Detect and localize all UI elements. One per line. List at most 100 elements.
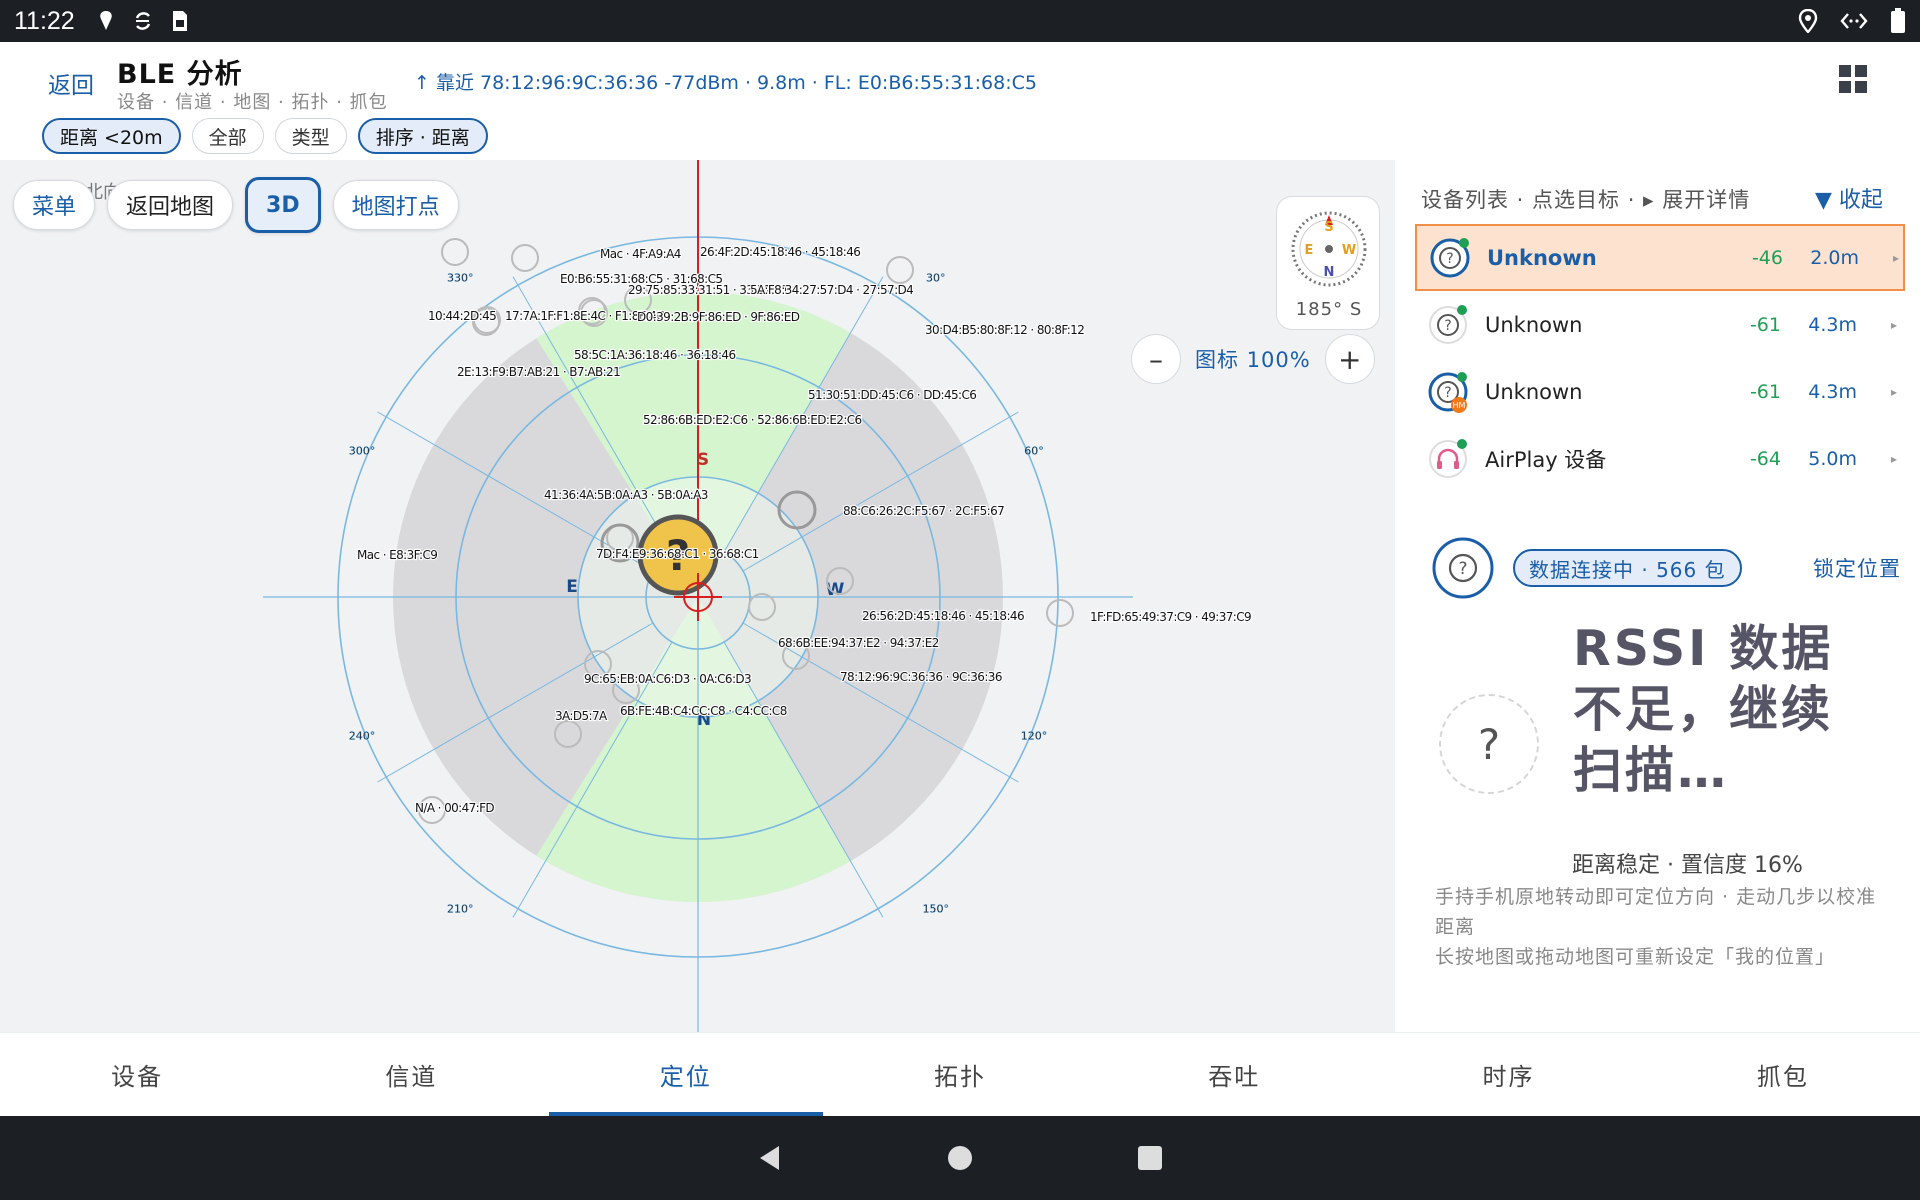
device-label[interactable]: 78:12:96:9C:36:36 · 9C:36:36	[839, 669, 1004, 685]
angle-label: 300°	[349, 444, 376, 457]
filter-chips: 距离 <20m 全部 类型 排序 · 距离	[42, 118, 488, 154]
unknown-device-icon: ?	[1429, 304, 1467, 344]
compass-widget[interactable]: S W N E 185° S	[1276, 196, 1380, 330]
nav-back-icon[interactable]	[750, 1138, 790, 1178]
tab-locate[interactable]: 定位	[548, 1033, 824, 1116]
device-name: AirPlay 设备	[1485, 447, 1607, 472]
map-pin-button[interactable]: 地图打点	[332, 180, 459, 230]
device-row[interactable]: ? HM Unknown -61 4.3m ▸	[1415, 358, 1905, 425]
chip-distance[interactable]: 距离 <20m	[42, 118, 181, 154]
rssi-insufficient-message: RSSI 数据不足，继续扫描…	[1573, 620, 1834, 799]
zoom-out-button[interactable]: –	[1131, 334, 1181, 384]
tab-devices[interactable]: 设备	[0, 1033, 274, 1116]
device-label[interactable]: 1F:FD:65:49:37:C9 · 49:37:C9	[1089, 609, 1253, 625]
bottom-tab-bar: 设备 信道 定位 拓扑 吞吐 时序 抓包	[0, 1032, 1920, 1116]
angle-label: 30°	[926, 272, 946, 285]
nav-home-icon[interactable]	[940, 1138, 980, 1178]
code-icon	[1840, 13, 1868, 29]
nav-recents-icon[interactable]	[1130, 1138, 1170, 1178]
device-label[interactable]: Mac · 4F:A9:A4	[599, 246, 683, 262]
system-nav-bar	[0, 1116, 1920, 1200]
tab-channels[interactable]: 信道	[274, 1033, 548, 1116]
compass-letter-s: S	[1324, 220, 1333, 235]
status-bar: 11:22	[0, 0, 1920, 42]
device-label[interactable]: 58:5C:1A:36:18:46 · 36:18:46	[573, 347, 737, 363]
tab-capture[interactable]: 抓包	[1646, 1033, 1920, 1116]
tab-throughput[interactable]: 吞吐	[1097, 1033, 1371, 1116]
device-label[interactable]: D0:39:2B:9F:86:ED · 9F:86:ED	[636, 309, 802, 325]
device-name: Unknown	[1487, 245, 1597, 270]
connection-row: ? 数据连接中 · 566 包 锁定位置	[1431, 536, 1901, 600]
device-label[interactable]: 5A:F8:34:27:57:D4 · 27:57:D4	[749, 282, 915, 298]
device-rssi: -46	[1751, 246, 1783, 269]
device-rssi: -61	[1749, 380, 1781, 403]
expand-arrow-icon[interactable]: ▸	[1857, 318, 1897, 332]
zoom-controls: – 图标 100% +	[1131, 334, 1375, 384]
unknown-target-icon: ?	[1439, 694, 1539, 794]
page-subtitle: 设备 · 信道 · 地图 · 拓扑 · 抓包	[117, 92, 388, 113]
device-rssi: -61	[1749, 313, 1781, 336]
device-row[interactable]: AirPlay 设备 -64 5.0m ▸	[1415, 425, 1905, 492]
device-marker-icon[interactable]	[886, 256, 914, 284]
device-name: Unknown	[1485, 312, 1583, 337]
angle-label: 240°	[349, 730, 376, 743]
nearest-device-info: ↑ 靠近 78:12:96:9C:36:36 -77dBm · 9.8m · F…	[414, 72, 1037, 94]
lock-position-button[interactable]: 锁定位置	[1813, 553, 1901, 583]
device-row[interactable]: ? Unknown -46 2.0m ▸	[1415, 224, 1905, 291]
radar-canvas[interactable]: 330° 30°300° 60°240° 120°210° 150°SWNE?Mac ·…	[0, 160, 1395, 1032]
3d-toggle-button[interactable]: 3D	[245, 177, 321, 233]
device-label[interactable]: 41:36:4A:5B:0A:A3 · 5B:0A:A3	[543, 487, 710, 503]
radar-map[interactable]: 330° 30° 300° 60° 240° 120° 210° 150° S W N E? Mac ·…	[0, 160, 1395, 1032]
compass-letter-n: N	[1324, 265, 1335, 280]
expand-arrow-icon[interactable]: ▸	[1859, 251, 1899, 265]
page-title: BLE 分析	[117, 59, 243, 90]
chip-sort[interactable]: 排序 · 距离	[357, 118, 488, 154]
device-label[interactable]: Mac · E8:3F:C9	[356, 547, 439, 563]
back-button[interactable]: 返回	[48, 66, 94, 100]
device-label[interactable]: 52:86:6B:ED:E2:C6 · 52:86:6B:ED:E2:C6	[642, 412, 863, 428]
device-label[interactable]: 68:6B:EE:94:37:E2 · 94:37:E2	[777, 635, 941, 651]
direction-s: S	[697, 450, 709, 470]
device-label[interactable]: 6B:FE:4B:C4:CC:C8 · C4:CC:C8	[619, 703, 789, 719]
expand-arrow-icon[interactable]: ▸	[1857, 385, 1897, 399]
tip-rotate: 手持手机原地转动即可定位方向 · 走动几步以校准距离	[1435, 886, 1877, 938]
sim-card-icon	[172, 11, 187, 31]
grid-menu-icon[interactable]	[1838, 64, 1868, 94]
device-label[interactable]: 30:D4:B5:80:8F:12 · 80:8F:12	[924, 322, 1086, 338]
device-label[interactable]: 3A:D5:7A	[554, 708, 610, 724]
device-label[interactable]: N/A · 00:47:FD	[414, 800, 496, 816]
zoom-in-button[interactable]: +	[1324, 334, 1375, 384]
expand-arrow-icon[interactable]: ▸	[1857, 452, 1897, 466]
device-label[interactable]: 9C:65:EB:0A:C6:D3 · 0A:C6:D3	[583, 671, 753, 687]
svg-text:?: ?	[1444, 318, 1451, 334]
tab-topology[interactable]: 拓扑	[823, 1033, 1097, 1116]
device-marker-icon[interactable]	[441, 238, 469, 266]
device-marker-icon[interactable]	[1046, 599, 1074, 627]
chip-all[interactable]: 全部	[191, 118, 264, 154]
svg-text:?: ?	[1458, 559, 1467, 579]
chip-type[interactable]: 类型	[274, 118, 347, 154]
back-to-map-button[interactable]: 返回地图	[107, 180, 234, 230]
device-distance: 5.0m	[1808, 447, 1857, 470]
svg-text:?: ?	[1444, 385, 1451, 401]
collapse-button[interactable]: ▼ 收起	[1815, 182, 1883, 214]
device-row[interactable]: ? Unknown -61 4.3m ▸	[1415, 291, 1905, 358]
connection-status-badge: 数据连接中 · 566 包	[1513, 549, 1742, 587]
device-marker-icon[interactable]	[511, 244, 539, 272]
status-time: 11:22	[14, 6, 75, 35]
device-label[interactable]: 2E:13:F9:B7:AB:21 · B7:AB:21	[456, 364, 622, 380]
angle-label: 330°	[447, 272, 474, 285]
device-label[interactable]: 10:44:2D:45	[427, 308, 498, 324]
svg-text:?: ?	[1446, 251, 1453, 267]
angle-label: 150°	[922, 902, 949, 915]
device-label[interactable]: 51:30:51:DD:45:C6 · DD:45:C6	[807, 387, 978, 403]
menu-button[interactable]: 菜单	[13, 180, 96, 230]
tab-timing[interactable]: 时序	[1371, 1033, 1645, 1116]
device-label[interactable]: 26:56:2D:45:18:46 · 45:18:46	[861, 608, 1026, 624]
confidence-text: 距离稳定 · 置信度 16%	[1572, 853, 1803, 878]
app-header: 返回 BLE 分析 设备 · 信道 · 地图 · 拓扑 · 抓包 ↑ 靠近 78…	[0, 42, 1920, 160]
device-label[interactable]: 7D:F4:E9:36:68:C1 · 36:68:C1	[595, 546, 760, 562]
device-label[interactable]: 88:C6:26:2C:F5:67 · 2C:F5:67	[842, 503, 1006, 519]
device-name: Unknown	[1485, 379, 1583, 404]
device-label[interactable]: 26:4F:2D:45:18:46 · 45:18:46	[699, 244, 862, 260]
